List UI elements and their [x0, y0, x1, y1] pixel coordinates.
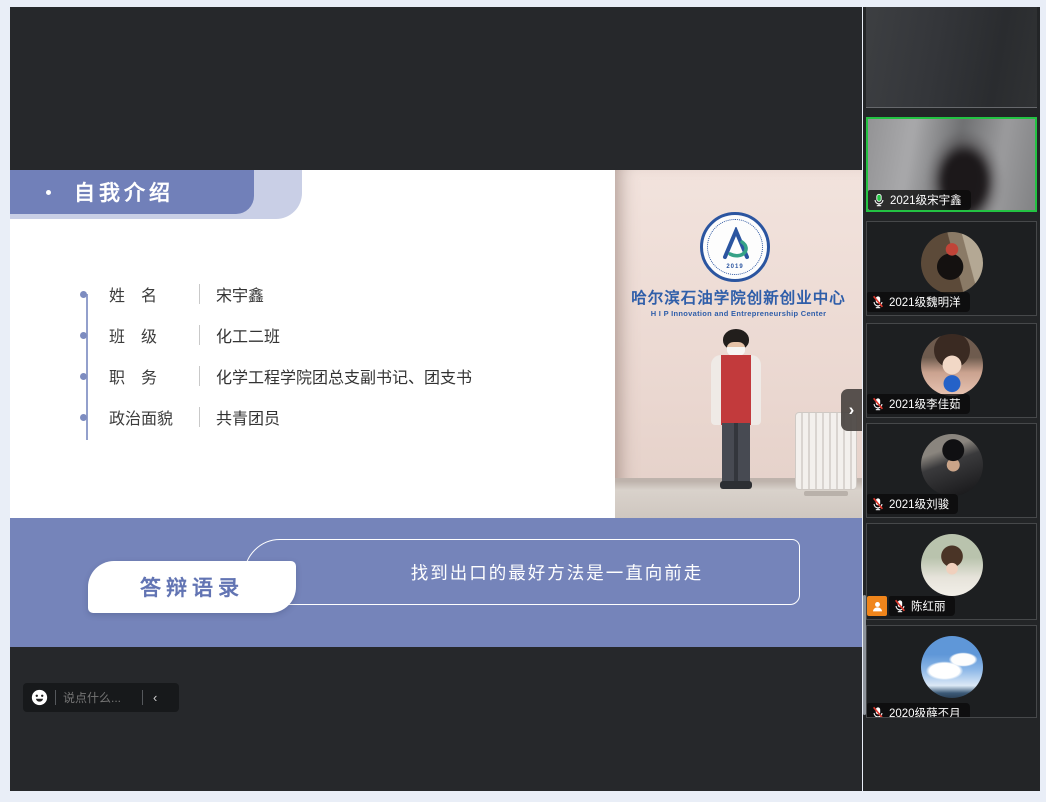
person-red-vest	[711, 355, 761, 425]
sidebar-scrollbar[interactable]	[863, 595, 866, 715]
sidebar-expand-button[interactable]: ›	[841, 389, 862, 431]
bullet-icon	[80, 414, 87, 421]
divider	[55, 690, 56, 705]
participant-tile-chenhongli[interactable]: 陈红丽	[866, 523, 1037, 620]
mic-muted-icon	[871, 397, 885, 411]
mic-muted-icon	[871, 497, 885, 511]
divider	[199, 366, 200, 386]
quote-text: 找到出口的最好方法是一直向前走	[341, 560, 704, 585]
mic-on-icon	[872, 193, 886, 207]
quote-label: 答辩语录	[140, 572, 244, 602]
avatar	[921, 334, 983, 396]
slide-header-banner: 自我介绍	[10, 170, 254, 214]
participant-name: 2021级李佳茹	[889, 396, 961, 412]
person-icon	[871, 600, 884, 613]
participants-sidebar: 2021级宋宇鑫 2021级魏明洋	[863, 7, 1040, 791]
person-shoes	[720, 481, 752, 489]
participant-name: 2021级宋宇鑫	[890, 192, 962, 208]
participant-tile-weimingyang[interactable]: 2021级魏明洋	[866, 221, 1037, 316]
chat-input[interactable]	[63, 691, 135, 705]
person-pants	[722, 423, 750, 483]
name-badge: 陈红丽	[889, 596, 955, 616]
quote-outline-box: 找到出口的最好方法是一直向前走	[244, 539, 800, 605]
info-label: 职 务	[109, 364, 195, 388]
info-value: 化学工程学院团总支副书记、团支书	[216, 364, 472, 388]
info-value: 化工二班	[216, 323, 280, 347]
divider	[199, 325, 200, 345]
chevron-right-icon: ›	[849, 400, 855, 420]
divider	[199, 284, 200, 304]
info-row-position: 职 务 化学工程学院团总支副书记、团支书	[80, 364, 472, 388]
logo-mark-icon	[718, 227, 758, 261]
wall-title-en: H I P Innovation and Entrepreneurship Ce…	[615, 309, 862, 318]
info-row-class: 班 级 化工二班	[80, 323, 280, 347]
bullet-icon	[80, 291, 87, 298]
name-badge: 2021级李佳茹	[867, 394, 970, 414]
person-masked-face	[727, 342, 745, 356]
host-badge	[867, 596, 887, 616]
slide-title: 自我介绍	[10, 177, 174, 207]
participant-tile-partial[interactable]	[866, 7, 1037, 108]
header-bullet-icon	[46, 190, 51, 195]
wall-title-cn: 哈尔滨石油学院创新创业中心	[615, 286, 862, 308]
info-label: 班 级	[109, 323, 195, 347]
info-row-name: 姓 名 宋宇鑫	[80, 282, 264, 306]
presentation-slide: 自我介绍 姓 名 宋宇鑫 班 级 化工二班 职 务 化学工程学院团总支副书记、团…	[10, 170, 862, 518]
name-badge: 2021级魏明洋	[867, 292, 970, 312]
shared-screen-stage: 自我介绍 姓 名 宋宇鑫 班 级 化工二班 职 务 化学工程学院团总支副书记、团…	[10, 7, 862, 791]
participant-tile-songyuxin[interactable]: 2021级宋宇鑫	[866, 117, 1037, 212]
quote-band: 找到出口的最好方法是一直向前走 答辩语录	[10, 518, 862, 647]
mic-muted-icon	[871, 706, 885, 718]
center-logo: 2019	[700, 212, 770, 282]
name-badge: 2020级薛丕月	[867, 703, 970, 718]
divider	[199, 407, 200, 427]
divider	[142, 690, 143, 705]
logo-year: 2019	[703, 264, 767, 270]
avatar	[921, 434, 983, 496]
mic-muted-icon	[871, 295, 885, 309]
avatar	[921, 636, 983, 698]
bullet-icon	[80, 332, 87, 339]
slide-photo: 2019 哈尔滨石油学院创新创业中心 H I P Innovation and …	[615, 170, 862, 518]
bullet-icon	[80, 373, 87, 380]
participant-name: 2020级薛丕月	[889, 705, 961, 718]
emoji-icon[interactable]	[31, 689, 48, 706]
participant-tile-lijiaru[interactable]: 2021级李佳茹	[866, 323, 1037, 418]
participant-name: 陈红丽	[911, 598, 946, 614]
participant-name: 2021级刘骏	[889, 496, 949, 512]
name-badge: 2021级刘骏	[867, 494, 958, 514]
participant-tile-liujun[interactable]: 2021级刘骏	[866, 423, 1037, 518]
quote-label-card: 答辩语录	[88, 561, 296, 613]
avatar	[921, 232, 983, 294]
name-badge: 2021级宋宇鑫	[868, 190, 971, 210]
avatar	[921, 534, 983, 596]
chat-bar[interactable]: ‹	[23, 683, 179, 712]
mic-muted-icon	[893, 599, 907, 613]
participant-name: 2021级魏明洋	[889, 294, 961, 310]
meeting-window: 自我介绍 姓 名 宋宇鑫 班 级 化工二班 职 务 化学工程学院团总支副书记、团…	[0, 0, 1046, 802]
info-row-political-status: 政治面貌 共青团员	[80, 405, 280, 429]
info-label: 姓 名	[109, 282, 195, 306]
chat-collapse-icon[interactable]: ‹	[150, 690, 160, 705]
info-value: 宋宇鑫	[216, 282, 264, 306]
participant-tile-xuepiyue[interactable]: 2020级薛丕月	[866, 625, 1037, 718]
info-value: 共青团员	[216, 405, 280, 429]
info-label: 政治面貌	[109, 405, 195, 429]
